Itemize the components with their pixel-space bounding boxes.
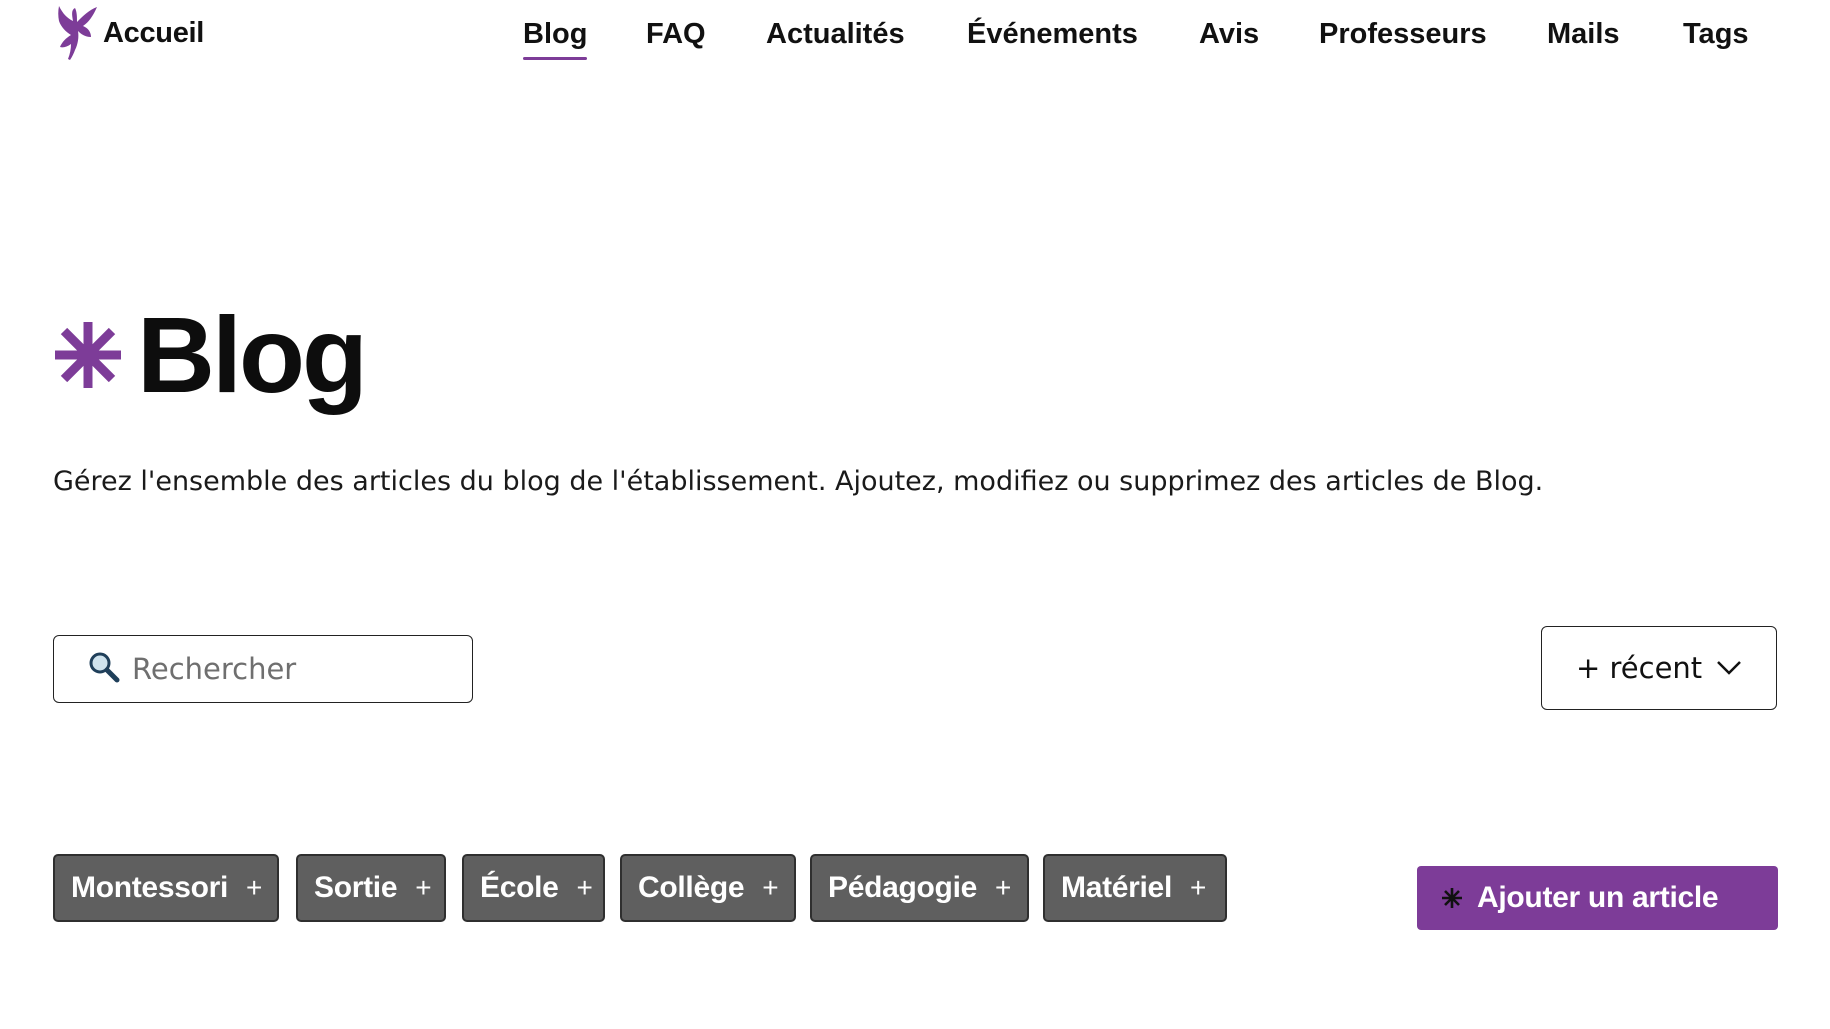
plus-icon: +	[576, 872, 593, 903]
tag-materiel[interactable]: Matériel +	[1043, 854, 1227, 922]
nav-item-tags[interactable]: Tags	[1683, 14, 1749, 54]
sort-select[interactable]: + récent	[1541, 626, 1777, 710]
plus-icon: +	[995, 872, 1012, 903]
page-title: Blog	[137, 294, 368, 415]
tag-sortie[interactable]: Sortie +	[296, 854, 446, 922]
page-heading: Blog	[53, 294, 368, 415]
tag-label: Collège	[638, 871, 745, 904]
sort-selected-value: + récent	[1576, 651, 1703, 685]
nav-item-mails[interactable]: Mails	[1547, 14, 1620, 54]
search-input[interactable]	[132, 652, 452, 686]
plus-icon: +	[762, 872, 779, 903]
add-article-button[interactable]: Ajouter un article	[1417, 866, 1778, 930]
plus-icon: +	[246, 872, 263, 903]
search-icon	[88, 651, 120, 688]
plus-icon: +	[415, 872, 432, 903]
tag-ecole[interactable]: École +	[462, 854, 605, 922]
asterisk-icon	[1441, 887, 1463, 909]
search-box	[53, 635, 473, 703]
nav-item-blog[interactable]: Blog	[523, 14, 588, 60]
nav-item-faq[interactable]: FAQ	[646, 14, 706, 54]
main-nav: Blog FAQ Actualités Événements Avis Prof…	[0, 14, 1830, 64]
tag-college[interactable]: Collège +	[620, 854, 796, 922]
page-description: Gérez l'ensemble des articles du blog de…	[53, 466, 1544, 497]
tag-label: Pédagogie	[828, 871, 977, 904]
tag-pedagogie[interactable]: Pédagogie +	[810, 854, 1029, 922]
tag-label: Sortie	[314, 871, 398, 904]
tag-label: École	[480, 871, 559, 904]
nav-item-evenements[interactable]: Événements	[967, 14, 1138, 54]
blog-admin-page: Accueil Blog FAQ Actualités Événements A…	[0, 0, 1830, 1029]
tag-label: Matériel	[1061, 871, 1172, 904]
chevron-down-icon	[1716, 660, 1742, 676]
nav-item-professeurs[interactable]: Professeurs	[1319, 14, 1487, 54]
add-article-label: Ajouter un article	[1477, 881, 1719, 914]
nav-item-actualites[interactable]: Actualités	[766, 14, 905, 54]
tag-montessori[interactable]: Montessori +	[53, 854, 279, 922]
tag-label: Montessori	[71, 871, 229, 904]
nav-item-avis[interactable]: Avis	[1199, 14, 1259, 54]
asterisk-icon	[53, 320, 123, 390]
plus-icon: +	[1189, 872, 1207, 903]
